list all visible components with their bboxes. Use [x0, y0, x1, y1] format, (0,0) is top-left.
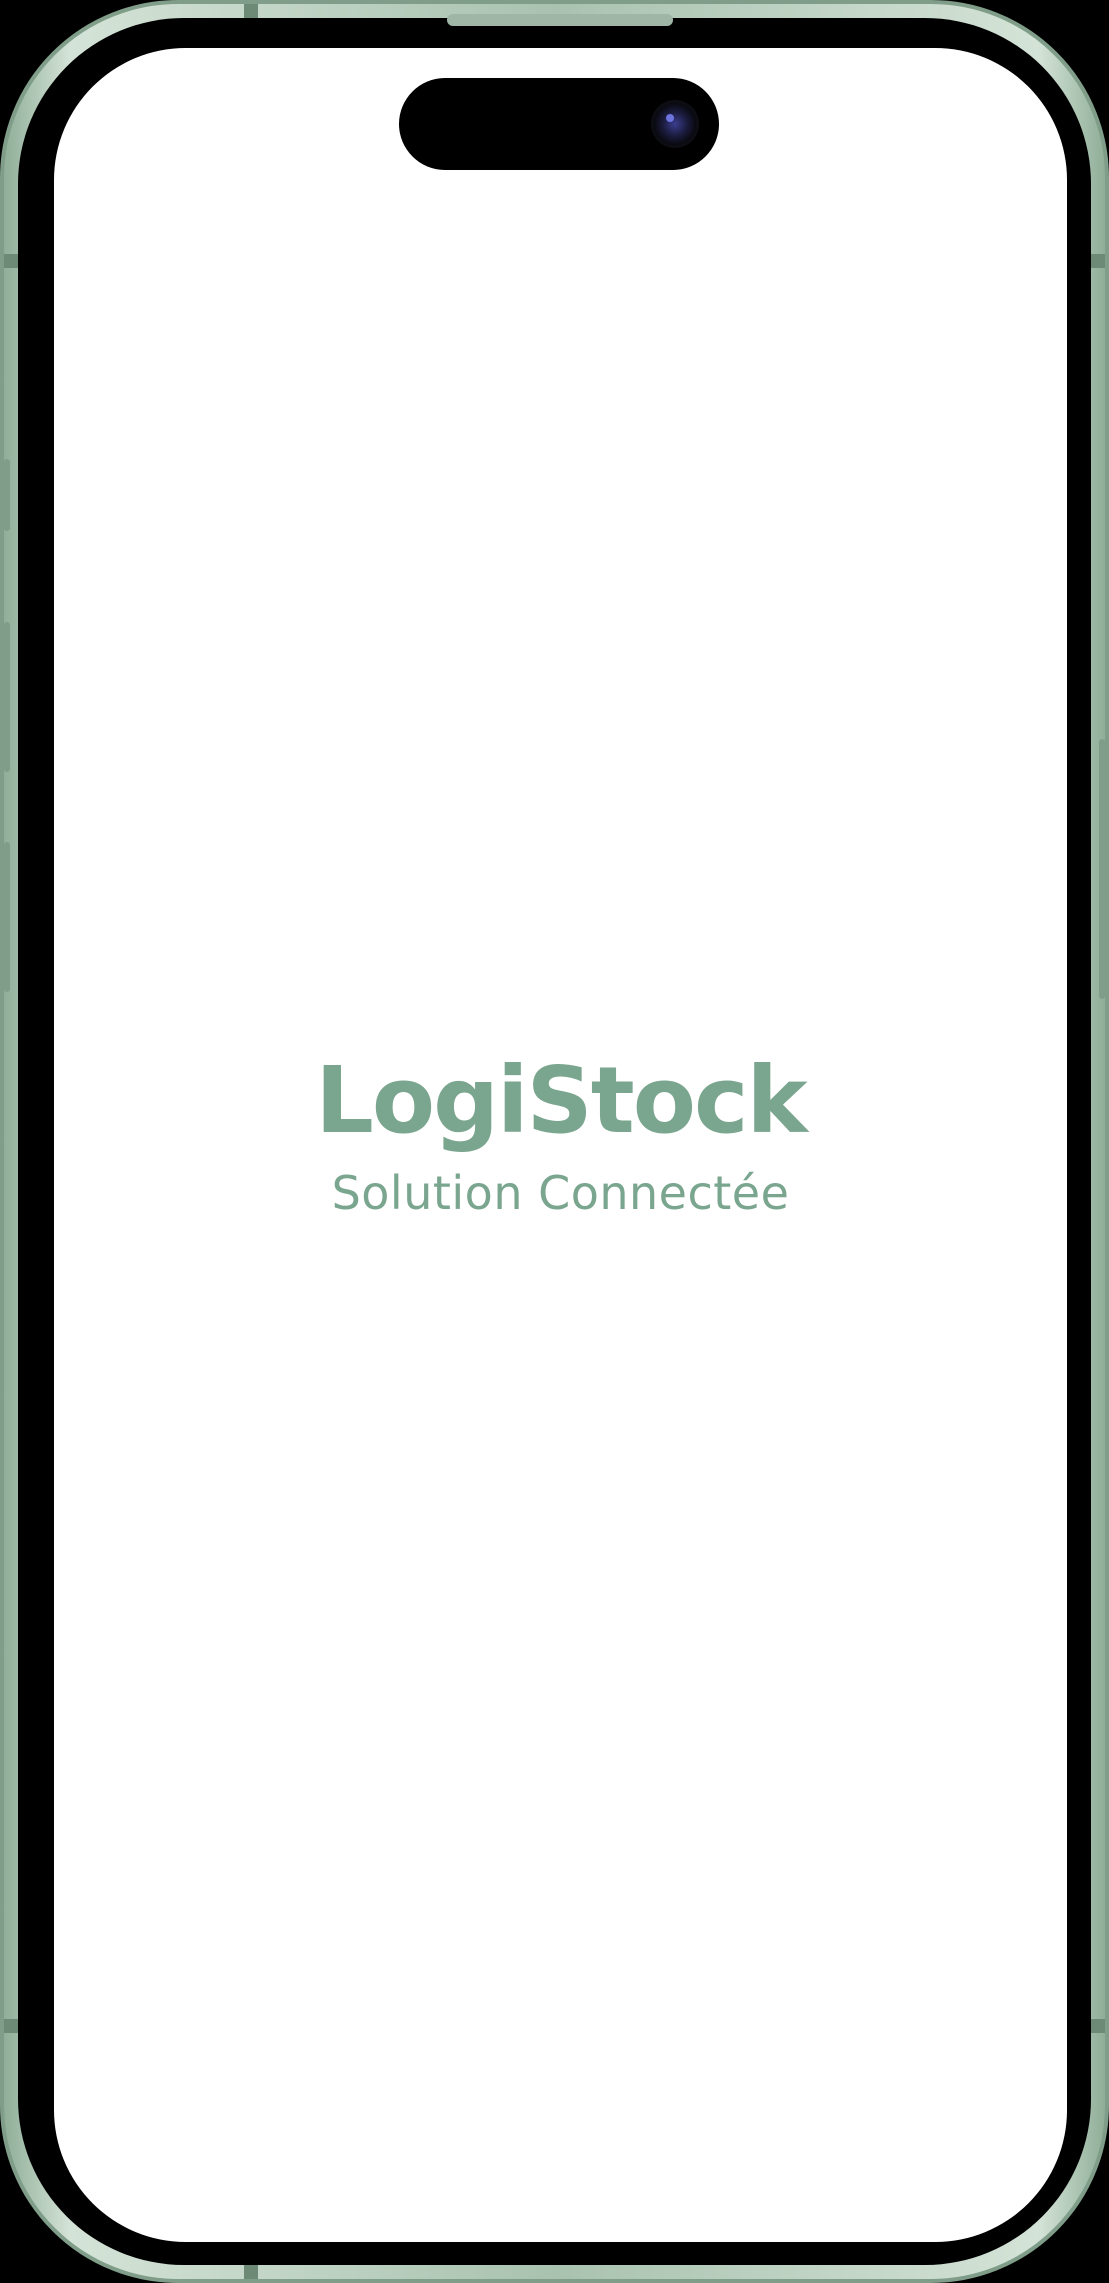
camera-glint	[666, 114, 674, 122]
splash-screen: LogiStock Solution Connectée	[54, 48, 1067, 2242]
volume-up-button[interactable]	[4, 622, 10, 772]
volume-down-button[interactable]	[4, 842, 10, 992]
power-button[interactable]	[1099, 739, 1105, 999]
app-title: LogiStock	[315, 1047, 807, 1154]
earpiece-speaker	[447, 14, 673, 26]
action-button[interactable]	[4, 459, 10, 531]
dynamic-island	[399, 78, 719, 170]
camera-lens-icon	[651, 100, 699, 148]
splash-branding: LogiStock Solution Connectée	[54, 1048, 1067, 1221]
app-subtitle: Solution Connectée	[331, 1165, 790, 1220]
phone-frame: LogiStock Solution Connectée	[0, 0, 1109, 2283]
